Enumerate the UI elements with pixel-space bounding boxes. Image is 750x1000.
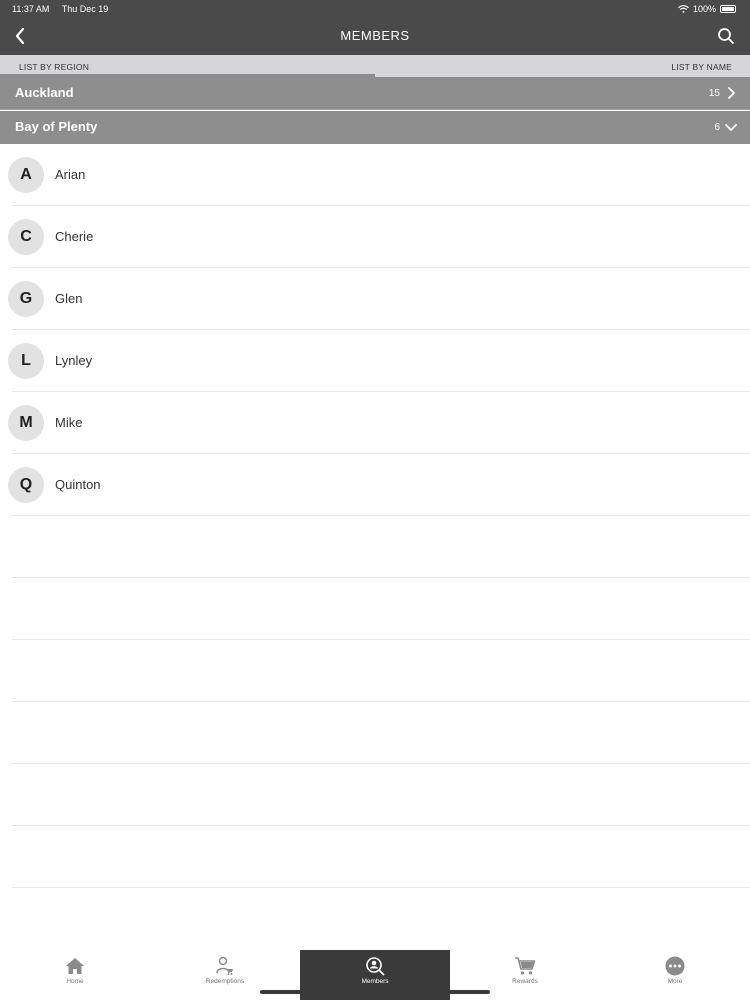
member-name: Mike — [55, 415, 83, 430]
member-row[interactable]: M Mike — [0, 392, 750, 454]
tab-list-by-region[interactable]: LIST BY REGION — [19, 62, 89, 72]
chevron-right-icon — [724, 86, 738, 100]
status-date: Thu Dec 19 — [61, 4, 109, 14]
region-name: Auckland — [15, 85, 74, 100]
avatar: G — [8, 281, 44, 317]
avatar: L — [8, 343, 44, 379]
region-header-auckland[interactable]: Auckland 15 — [0, 77, 750, 110]
member-name: Cherie — [55, 229, 94, 244]
page-title: MEMBERS — [340, 28, 410, 43]
member-name: Arian — [55, 167, 86, 182]
tab-label: Home — [66, 978, 84, 985]
search-user-icon — [364, 955, 386, 977]
chevron-down-icon — [724, 120, 738, 134]
status-bar: 11:37 AM Thu Dec 19 100% — [0, 0, 750, 18]
tab-list-by-name[interactable]: LIST BY NAME — [671, 62, 732, 72]
region-member-count: 15 — [708, 88, 720, 99]
region-header-bay-of-plenty[interactable]: Bay of Plenty 6 — [0, 111, 750, 144]
member-row[interactable]: G Glen — [0, 268, 750, 330]
empty-list-row — [0, 516, 750, 578]
member-row[interactable]: C Cherie — [0, 206, 750, 268]
member-row[interactable]: A Arian — [0, 144, 750, 206]
region-member-count: 6 — [714, 122, 720, 133]
member-row[interactable]: L Lynley — [0, 330, 750, 392]
avatar: Q — [8, 467, 44, 503]
avatar: A — [8, 157, 44, 193]
home-indicator — [260, 990, 490, 994]
wifi-icon — [678, 5, 689, 13]
avatar: C — [8, 219, 44, 255]
avatar: M — [8, 405, 44, 441]
tab-more[interactable]: More — [600, 950, 750, 1000]
member-list: A Arian C Cherie G Glen L Lynley M Mike … — [0, 144, 750, 888]
battery-icon — [720, 5, 736, 13]
tab-label: More — [667, 978, 683, 985]
user-cart-icon — [214, 955, 236, 977]
home-icon — [64, 955, 86, 977]
tab-home[interactable]: Home — [0, 950, 150, 1000]
tab-label: Rewards — [512, 978, 538, 985]
empty-list-row — [0, 702, 750, 764]
battery-percent: 100% — [692, 4, 716, 14]
member-name: Quinton — [55, 477, 101, 492]
tab-label: Members — [361, 978, 389, 985]
navigation-bar: MEMBERS — [0, 18, 750, 55]
tab-label: Redemptions — [205, 978, 245, 985]
empty-list-row — [0, 640, 750, 702]
search-button[interactable] — [714, 24, 738, 48]
list-mode-segments: LIST BY REGION LIST BY NAME — [0, 55, 750, 77]
search-icon — [718, 28, 734, 44]
status-time: 11:37 AM — [12, 4, 50, 14]
empty-list-row — [0, 578, 750, 640]
cart-icon — [514, 955, 536, 977]
member-row[interactable]: Q Quinton — [0, 454, 750, 516]
region-name: Bay of Plenty — [15, 119, 98, 134]
empty-list-row — [0, 826, 750, 888]
member-name: Glen — [55, 291, 83, 306]
more-icon — [664, 955, 686, 977]
member-name: Lynley — [55, 353, 93, 368]
empty-list-row — [0, 764, 750, 826]
